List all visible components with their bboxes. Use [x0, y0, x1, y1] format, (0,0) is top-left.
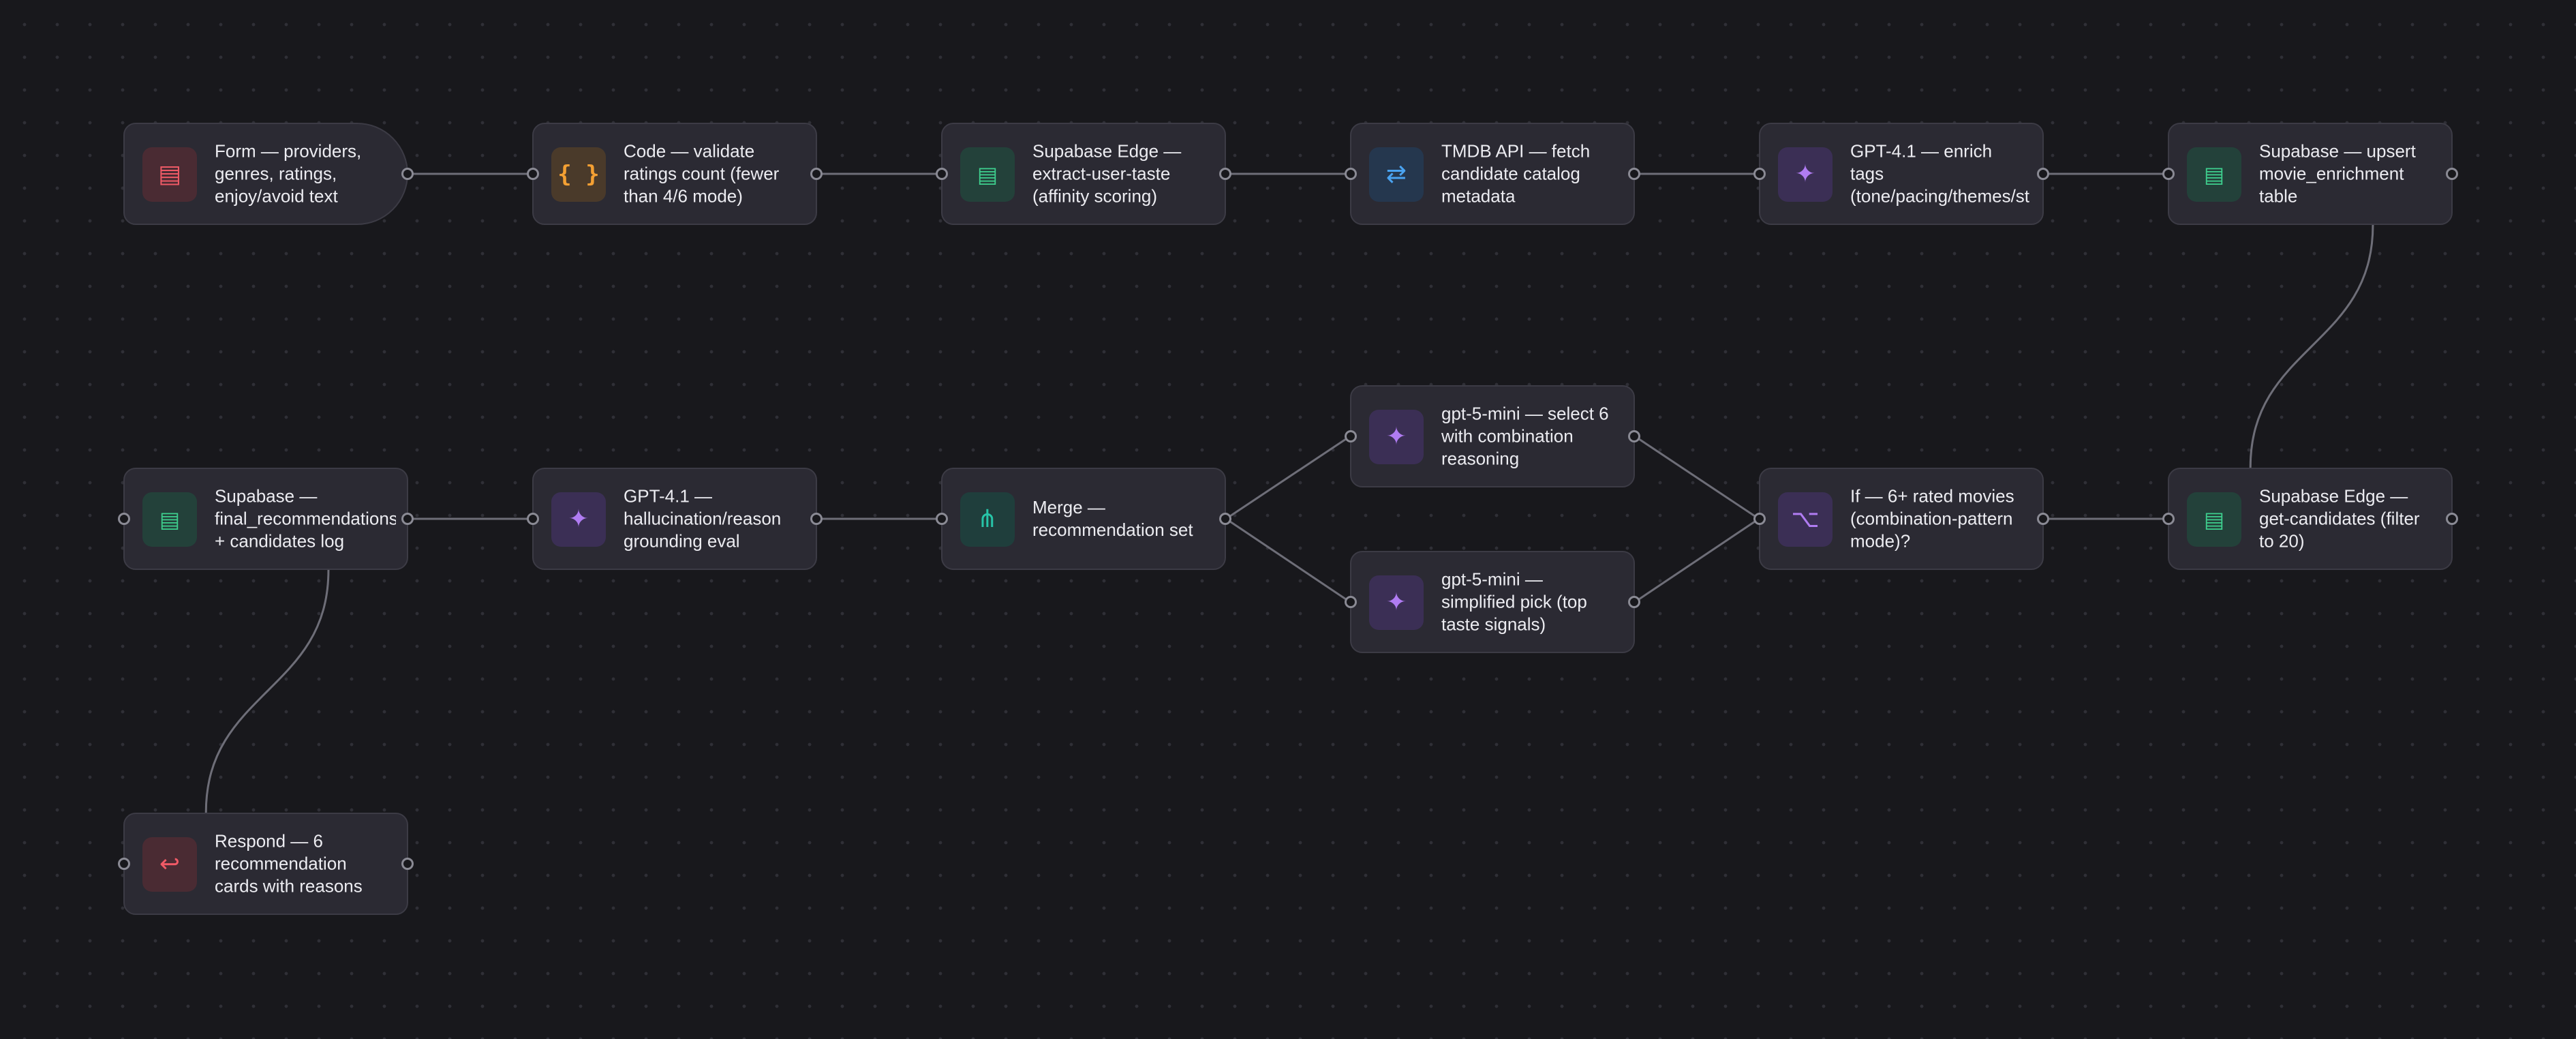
connection-line[interactable] — [1634, 435, 1760, 520]
form-icon: ▤ — [142, 147, 197, 202]
output-handle[interactable] — [1628, 168, 1640, 180]
input-handle[interactable] — [936, 513, 948, 525]
workflow-canvas[interactable]: ▤ Form — providers, genres, ratings, enj… — [0, 0, 2576, 1039]
supabase-icon: ▤ — [2187, 147, 2241, 202]
output-handle[interactable] — [401, 168, 414, 180]
node-label: TMDB API — fetch candidate catalog metad… — [1441, 140, 1591, 207]
input-handle[interactable] — [118, 513, 130, 525]
node-supabase-final-recommendations[interactable]: ▤ Supabase — final_recommendations + can… — [118, 468, 414, 570]
output-handle[interactable] — [1628, 430, 1640, 442]
ai-sparkle-icon: ✦ — [551, 492, 606, 547]
supabase-icon: ▤ — [960, 147, 1015, 202]
connection-line[interactable] — [1634, 517, 1760, 603]
node-form-trigger[interactable]: ▤ Form — providers, genres, ratings, enj… — [123, 123, 414, 225]
node-label: Supabase — final_recommendations + candi… — [215, 485, 396, 552]
supabase-icon: ▤ — [2187, 492, 2241, 547]
node-gpt-mini-select[interactable]: ✦ gpt-5-mini — select 6 with combination… — [1345, 385, 1640, 487]
input-handle[interactable] — [118, 858, 130, 870]
node-label: GPT-4.1 — enrich tags (tone/pacing/theme… — [1850, 140, 2030, 207]
output-handle[interactable] — [1628, 596, 1640, 608]
output-handle[interactable] — [2037, 168, 2049, 180]
output-handle[interactable] — [810, 168, 823, 180]
node-label: If — 6+ rated movies (combination-patter… — [1850, 485, 2014, 552]
ai-sparkle-icon: ✦ — [1778, 147, 1833, 202]
connection-line[interactable] — [2249, 224, 2374, 468]
node-label: Supabase Edge — extract-user-taste (affi… — [1032, 140, 1182, 207]
supabase-icon: ▤ — [142, 492, 197, 547]
input-handle[interactable] — [2162, 513, 2175, 525]
node-gpt-hallucination-eval[interactable]: ✦ GPT-4.1 — hallucination/reason groundi… — [527, 468, 823, 570]
node-label: Respond — 6 recommendation cards with re… — [215, 830, 363, 897]
input-handle[interactable] — [527, 168, 539, 180]
node-merge-recommendations[interactable]: ⋔ Merge — recommendation set — [936, 468, 1231, 570]
output-handle[interactable] — [401, 858, 414, 870]
node-supabase-edge-get-candidates[interactable]: ▤ Supabase Edge — get-candidates (filter… — [2162, 468, 2458, 570]
node-tmdb-api[interactable]: ⇄ TMDB API — fetch candidate catalog met… — [1345, 123, 1640, 225]
output-handle[interactable] — [810, 513, 823, 525]
node-respond-cards[interactable]: ↩ Respond — 6 recommendation cards with … — [118, 813, 414, 915]
node-supabase-edge-extract-taste[interactable]: ▤ Supabase Edge — extract-user-taste (af… — [936, 123, 1231, 225]
node-label: gpt-5-mini — simplified pick (top taste … — [1441, 569, 1587, 635]
connection-line[interactable] — [1225, 435, 1351, 520]
branch-icon: ⌥ — [1778, 492, 1833, 547]
node-gpt-enrich-tags[interactable]: ✦ GPT-4.1 — enrich tags (tone/pacing/the… — [1753, 123, 2049, 225]
node-label: GPT-4.1 — hallucination/reason grounding… — [624, 485, 782, 552]
input-handle[interactable] — [1345, 168, 1357, 180]
node-label: Form — providers, genres, ratings, enjoy… — [215, 140, 362, 207]
code-icon: { } — [551, 147, 606, 202]
connection-line[interactable] — [1225, 517, 1351, 603]
output-handle[interactable] — [2037, 513, 2049, 525]
ai-sparkle-icon: ✦ — [1369, 575, 1424, 630]
output-handle[interactable] — [401, 513, 414, 525]
node-if-rated-movies[interactable]: ⌥ If — 6+ rated movies (combination-patt… — [1753, 468, 2049, 570]
node-label: Supabase — upsert movie_enrichment table — [2259, 140, 2416, 207]
input-handle[interactable] — [2162, 168, 2175, 180]
output-handle[interactable] — [2446, 513, 2458, 525]
input-handle[interactable] — [527, 513, 539, 525]
input-handle[interactable] — [1753, 168, 1766, 180]
input-handle[interactable] — [936, 168, 948, 180]
input-handle[interactable] — [1345, 430, 1357, 442]
input-handle[interactable] — [1753, 513, 1766, 525]
http-icon: ⇄ — [1369, 147, 1424, 202]
ai-sparkle-icon: ✦ — [1369, 410, 1424, 464]
node-gpt-mini-simplified[interactable]: ✦ gpt-5-mini — simplified pick (top tast… — [1345, 551, 1640, 653]
merge-icon: ⋔ — [960, 492, 1015, 547]
node-label: Supabase Edge — get-candidates (filter t… — [2259, 485, 2420, 552]
respond-icon: ↩ — [142, 837, 197, 892]
output-handle[interactable] — [1219, 513, 1231, 525]
input-handle[interactable] — [1345, 596, 1357, 608]
node-code-validate[interactable]: { } Code — validate ratings count (fewer… — [527, 123, 823, 225]
connection-line[interactable] — [204, 569, 330, 813]
node-supabase-upsert[interactable]: ▤ Supabase — upsert movie_enrichment tab… — [2162, 123, 2458, 225]
node-label: gpt-5-mini — select 6 with combination r… — [1441, 403, 1609, 469]
node-label: Merge — recommendation set — [1032, 497, 1193, 540]
output-handle[interactable] — [2446, 168, 2458, 180]
output-handle[interactable] — [1219, 168, 1231, 180]
node-label: Code — validate ratings count (fewer tha… — [624, 140, 780, 207]
